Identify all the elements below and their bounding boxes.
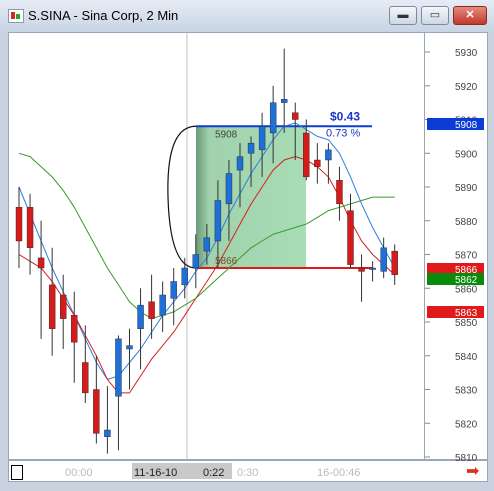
price-tag-label: 5863: [455, 308, 478, 319]
candle-body: [26, 207, 34, 248]
candle-body: [292, 112, 299, 120]
candle-body: [115, 338, 122, 397]
candle-body: [281, 99, 288, 103]
price-tag-label: 5862: [455, 275, 478, 286]
chart-window: S.SINA - Sina Corp, 2 Min ▬ ▭ ✕ ➡ 5930 59…: [0, 0, 494, 491]
candle-body: [380, 247, 387, 272]
candle-body: [336, 180, 343, 205]
range-bracket: [167, 125, 197, 269]
candle-body: [82, 362, 89, 394]
candle-body: [159, 294, 166, 316]
candle-body: [148, 301, 155, 319]
price-tick-label: 5840: [455, 352, 478, 363]
price-tag: 5863: [427, 306, 484, 319]
range-top-price: 5908: [215, 129, 238, 140]
candle-body: [60, 294, 67, 319]
price-tag: 5908: [427, 118, 484, 131]
price-tick-label: 5870: [455, 251, 478, 262]
candle-body: [37, 257, 45, 269]
time-label: 11-16-10: [134, 467, 177, 479]
candle-body: [358, 267, 365, 272]
candle-body: [48, 284, 56, 329]
candle-body: [225, 173, 233, 205]
candle-body: [126, 345, 133, 350]
price-tick-label: 5820: [455, 419, 478, 430]
price-tick-label: 5930: [455, 48, 478, 59]
candle-body: [170, 281, 177, 299]
price-tick-label: 5890: [455, 183, 478, 194]
candle-body: [203, 237, 211, 252]
price-tick-label: 5850: [455, 318, 478, 329]
price-tick-label: 5880: [455, 217, 478, 228]
candle-body: [192, 254, 200, 269]
candle-body: [391, 250, 398, 275]
candle-body: [93, 389, 100, 434]
gain-percent: 0.73 %: [326, 127, 360, 139]
time-label: 0:22: [203, 467, 224, 479]
candle-body: [347, 210, 354, 265]
gain-amount: $0.43: [330, 109, 360, 123]
range-bottom-price: 5866: [215, 256, 238, 267]
price-tag-label: 5908: [455, 120, 478, 131]
candle-body: [314, 159, 321, 167]
time-label: 16-00:46: [317, 467, 360, 479]
chart-svg: 5930592059105900589058805870586058505840…: [15, 33, 484, 479]
price-tick-label: 5900: [455, 149, 478, 160]
candle-body: [369, 267, 376, 270]
candle-body: [104, 429, 111, 437]
price-tick-label: 5810: [455, 453, 478, 464]
candle-body: [269, 102, 277, 134]
candle-body: [71, 315, 78, 343]
price-tag: 5862: [427, 273, 484, 286]
candle-body: [236, 156, 244, 171]
time-label: 00:00: [65, 467, 93, 479]
candle-body: [15, 207, 23, 242]
candle-body: [325, 149, 332, 161]
price-tick-label: 5920: [455, 82, 478, 93]
time-label: 0:30: [237, 467, 258, 479]
candle-body: [258, 126, 266, 151]
candle-body: [137, 304, 144, 329]
candle-body: [303, 132, 310, 178]
candle-body: [247, 142, 255, 154]
candle-body: [214, 200, 222, 242]
price-tick-label: 5830: [455, 386, 478, 397]
candle-body: [181, 267, 188, 286]
